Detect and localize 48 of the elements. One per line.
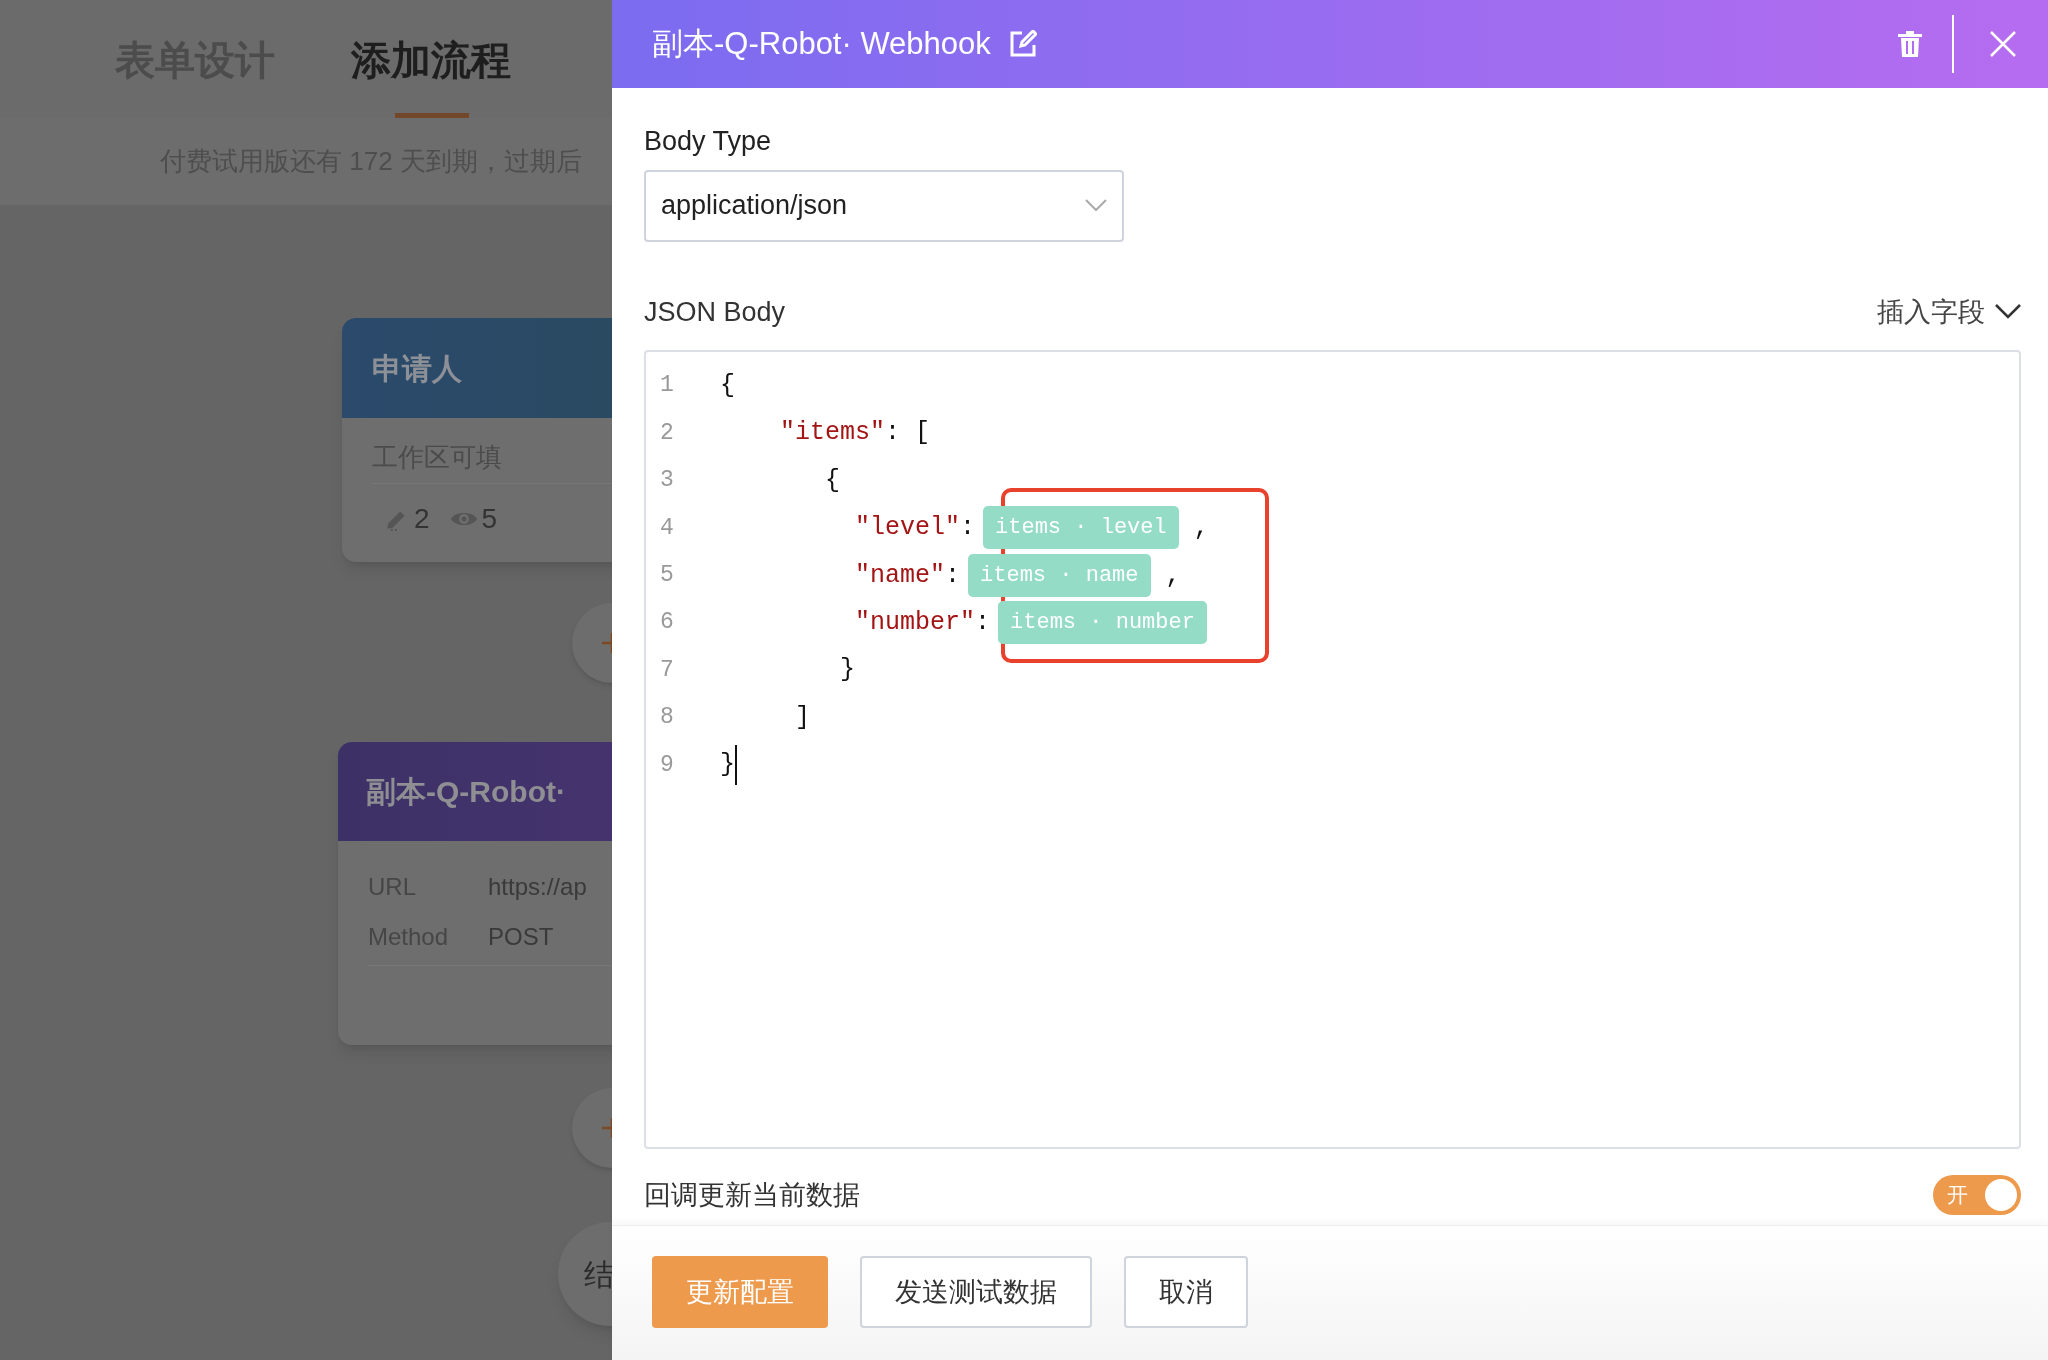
close-icon[interactable]	[1990, 31, 2016, 57]
trash-icon[interactable]	[1898, 31, 1922, 57]
field-label: JSON Body	[644, 295, 786, 329]
chevron-down-icon	[1085, 199, 1107, 212]
node-title: 副本-Q-Robot·	[366, 774, 566, 810]
line-number: 6	[659, 608, 675, 638]
line-number: 5	[659, 561, 675, 590]
code-text: :	[960, 512, 976, 545]
node-title: 申请人	[372, 350, 462, 387]
line-number: 3	[659, 466, 675, 496]
field-tag[interactable]: items · name	[968, 553, 1151, 597]
footer-button[interactable]: 取消	[1124, 1256, 1248, 1328]
body-type-select[interactable]: application/json	[644, 169, 1124, 242]
field-label: 回调更新当前数据	[644, 1178, 860, 1212]
code-text: }	[720, 749, 735, 782]
code-text: : [	[885, 417, 931, 450]
code-text: {	[824, 464, 841, 497]
field-label: Body Type	[644, 125, 772, 158]
footer-button[interactable]: 发送测试数据	[860, 1256, 1092, 1328]
insert-field-dropdown[interactable]: 插入字段	[1877, 291, 2021, 332]
line-number: 9	[659, 750, 675, 780]
code-text: ,	[1164, 559, 1181, 592]
edit-icon[interactable]	[1008, 30, 1037, 58]
code-text: :	[975, 606, 991, 639]
field-tag[interactable]: items · level	[983, 506, 1179, 550]
code-text: ]	[794, 701, 810, 734]
code-text: "level"	[854, 512, 961, 545]
footer-button[interactable]: 更新配置	[652, 1256, 828, 1328]
code-text: {	[720, 369, 735, 402]
code-text: }	[839, 654, 856, 687]
code-editor[interactable]: 1 { 2 "items": [ 3 { 4 "level": items · level , 5 "name": items · name , 6 "number": items · number 7 } 8 ] 9 }	[644, 350, 2021, 1149]
line-number: 7	[659, 655, 675, 685]
code-text: "name"	[854, 559, 946, 592]
field-tag[interactable]: items · number	[998, 601, 1207, 645]
tab[interactable]: 添加流程	[351, 30, 511, 118]
code-text: "items"	[779, 417, 886, 450]
line-number: 8	[659, 703, 675, 733]
code-text: "number"	[854, 606, 976, 639]
line-number: 1	[659, 371, 675, 401]
line-number: 4	[659, 513, 675, 543]
view-count: 5	[481, 502, 498, 536]
toggle-switch[interactable]: 开	[1933, 1175, 2021, 1215]
code-text: :	[945, 559, 961, 592]
drawer-title: 副本-Q-Robot· Webhook	[652, 24, 991, 63]
code-text: ,	[1192, 512, 1209, 545]
edit-count: 2	[414, 502, 430, 536]
line-number: 2	[659, 418, 675, 448]
chevron-down-icon	[1995, 304, 2021, 320]
